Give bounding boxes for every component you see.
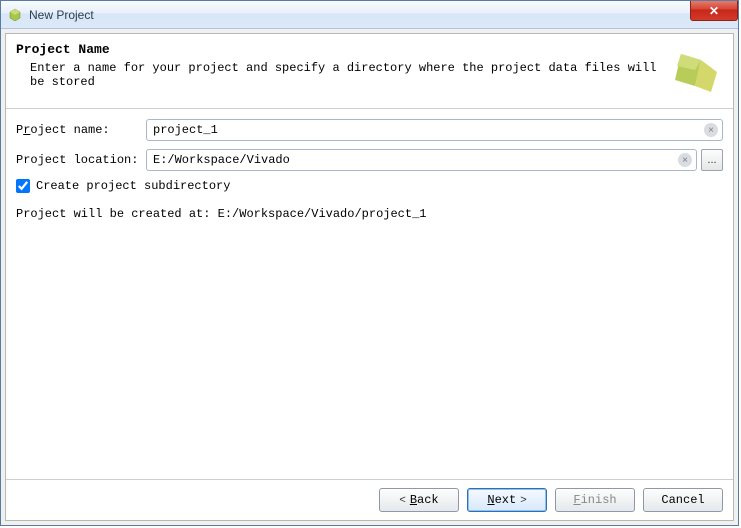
wizard-panel: Project Name Enter a name for your proje… bbox=[5, 33, 734, 521]
project-location-row: Project location: × ... bbox=[16, 149, 723, 171]
back-button[interactable]: < Back bbox=[379, 488, 459, 512]
vivado-logo-icon bbox=[667, 42, 723, 98]
form-body: Project name: × Project location: × ... bbox=[6, 109, 733, 479]
wizard-button-bar: < Back Next > Finish Cancel bbox=[6, 479, 733, 520]
titlebar[interactable]: New Project ✕ bbox=[1, 1, 738, 29]
cancel-button[interactable]: Cancel bbox=[643, 488, 723, 512]
clear-name-icon[interactable]: × bbox=[704, 123, 718, 137]
banner-title: Project Name bbox=[16, 42, 659, 57]
project-location-label: Project location: bbox=[16, 153, 146, 167]
project-location-input[interactable] bbox=[146, 149, 697, 171]
finish-button[interactable]: Finish bbox=[555, 488, 635, 512]
next-button[interactable]: Next > bbox=[467, 488, 547, 512]
close-icon: ✕ bbox=[709, 4, 719, 18]
project-location-input-wrap: × bbox=[146, 149, 697, 171]
app-icon bbox=[7, 7, 23, 23]
banner: Project Name Enter a name for your proje… bbox=[6, 34, 733, 108]
next-arrow-icon: > bbox=[520, 494, 526, 506]
create-subdirectory-label: Create project subdirectory bbox=[36, 179, 230, 193]
banner-description: Enter a name for your project and specif… bbox=[16, 61, 659, 89]
subdirectory-check-row: Create project subdirectory bbox=[16, 179, 723, 193]
client-area: Project Name Enter a name for your proje… bbox=[1, 29, 738, 525]
project-name-label: Project name: bbox=[16, 123, 146, 137]
project-name-input-wrap: × bbox=[146, 119, 723, 141]
close-button[interactable]: ✕ bbox=[690, 1, 738, 21]
browse-location-button[interactable]: ... bbox=[701, 149, 723, 171]
window-title: New Project bbox=[29, 8, 94, 22]
creation-path-info: Project will be created at: E:/Workspace… bbox=[16, 207, 723, 221]
project-name-input[interactable] bbox=[146, 119, 723, 141]
create-subdirectory-checkbox[interactable] bbox=[16, 179, 30, 193]
clear-location-icon[interactable]: × bbox=[678, 153, 692, 167]
banner-text: Project Name Enter a name for your proje… bbox=[16, 42, 659, 89]
project-name-row: Project name: × bbox=[16, 119, 723, 141]
back-arrow-icon: < bbox=[399, 494, 405, 506]
new-project-dialog: New Project ✕ Project Name Enter a name … bbox=[0, 0, 739, 526]
